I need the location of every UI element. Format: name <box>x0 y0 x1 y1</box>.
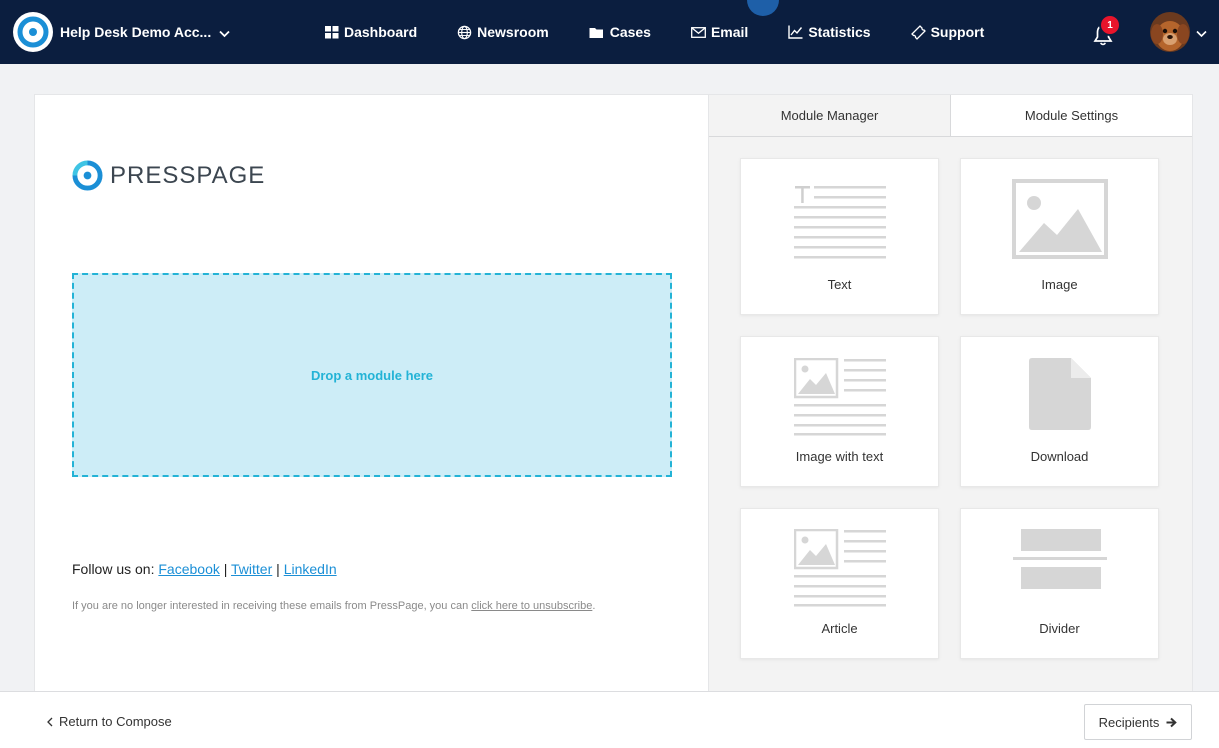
panel-tabs: Module Manager Module Settings <box>709 95 1192 137</box>
follow-label: Follow us on: <box>72 561 155 577</box>
module-download[interactable]: Download <box>960 336 1159 487</box>
avatar[interactable] <box>1150 12 1190 52</box>
footer-bar: Return to Compose Recipients <box>0 691 1219 748</box>
chevron-down-icon[interactable] <box>1196 30 1207 38</box>
grid-icon <box>325 25 339 38</box>
dropzone-label: Drop a module here <box>310 367 434 383</box>
recipients-button[interactable]: Recipients <box>1084 704 1192 740</box>
nav-cases-label: Cases <box>609 24 651 40</box>
module-divider[interactable]: Divider <box>960 508 1159 659</box>
ticket-icon <box>910 24 926 40</box>
nav-dashboard[interactable]: Dashboard <box>325 24 417 40</box>
nav-support[interactable]: Support <box>910 24 985 40</box>
text-module-icon <box>793 186 886 259</box>
account-switcher[interactable]: Help Desk Demo Acc... <box>13 12 230 52</box>
module-image-with-text-label: Image with text <box>795 449 884 464</box>
envelope-icon <box>691 26 706 38</box>
top-navbar: Help Desk Demo Acc... Dashboard Newsroom <box>0 0 1219 64</box>
unsubscribe-end: . <box>592 600 596 612</box>
chevron-down-icon <box>219 30 230 38</box>
module-image-label: Image <box>1041 277 1078 292</box>
presspage-logo-icon <box>72 160 103 191</box>
separator: | <box>276 561 280 577</box>
module-article-label: Article <box>821 621 858 636</box>
nav-dashboard-label: Dashboard <box>344 24 418 40</box>
module-article[interactable]: Article <box>740 508 939 659</box>
recipients-label: Recipients <box>1098 714 1160 730</box>
logo-text: PRESSPAGE <box>110 161 266 189</box>
nav-email[interactable]: Email <box>691 24 748 40</box>
module-dropzone[interactable]: Drop a module here <box>72 273 672 477</box>
chevron-left-icon <box>47 717 53 726</box>
nav-newsroom-label: Newsroom <box>477 24 549 40</box>
nav-newsroom[interactable]: Newsroom <box>457 24 549 40</box>
module-download-label: Download <box>1030 449 1089 464</box>
line-chart-icon <box>788 25 803 39</box>
tab-module-manager[interactable]: Module Manager <box>709 95 950 136</box>
facebook-link[interactable]: Facebook <box>158 561 219 577</box>
presspage-logo-icon <box>13 12 53 52</box>
linkedin-link[interactable]: LinkedIn <box>284 561 337 577</box>
file-icon <box>1028 358 1091 430</box>
module-divider-label: Divider <box>1039 621 1080 636</box>
module-image[interactable]: Image <box>960 158 1159 315</box>
nav-email-label: Email <box>710 24 749 40</box>
tab-module-settings[interactable]: Module Settings <box>950 95 1192 136</box>
image-module-icon <box>1011 179 1108 259</box>
module-panel: Module Manager Module Settings Text Imag… <box>709 94 1193 692</box>
nav-support-label: Support <box>930 24 985 40</box>
main-nav: Dashboard Newsroom Cases Email Statistic… <box>325 0 1024 64</box>
unsubscribe-link[interactable]: click here to unsubscribe <box>471 600 592 612</box>
return-to-compose-link[interactable]: Return to Compose <box>47 714 172 729</box>
notification-count-badge: 1 <box>1099 14 1121 36</box>
unsubscribe-notice: If you are no longer interested in recei… <box>72 600 595 612</box>
separator: | <box>223 561 228 577</box>
module-text-label: Text <box>827 277 852 292</box>
email-canvas: PRESSPAGE Drop a module here Follow us o… <box>34 94 709 692</box>
article-module-icon <box>793 529 886 607</box>
module-text[interactable]: Text <box>740 158 939 315</box>
folder-icon <box>589 27 603 38</box>
account-name: Help Desk Demo Acc... <box>60 24 212 40</box>
arrow-right-icon <box>1166 717 1178 727</box>
nav-cases[interactable]: Cases <box>589 24 651 40</box>
unsubscribe-text: If you are no longer interested in recei… <box>72 600 469 612</box>
globe-icon <box>457 25 472 39</box>
image-with-text-module-icon <box>793 358 886 436</box>
twitter-link[interactable]: Twitter <box>231 561 272 577</box>
presspage-logo: PRESSPAGE <box>72 160 265 191</box>
nav-statistics-label: Statistics <box>808 24 871 40</box>
nav-statistics[interactable]: Statistics <box>788 24 871 40</box>
social-follow-line: Follow us on: Facebook | Twitter | Linke… <box>72 561 337 577</box>
module-image-with-text[interactable]: Image with text <box>740 336 939 487</box>
return-to-compose-label: Return to Compose <box>59 714 172 729</box>
divider-module-icon <box>1012 529 1107 589</box>
